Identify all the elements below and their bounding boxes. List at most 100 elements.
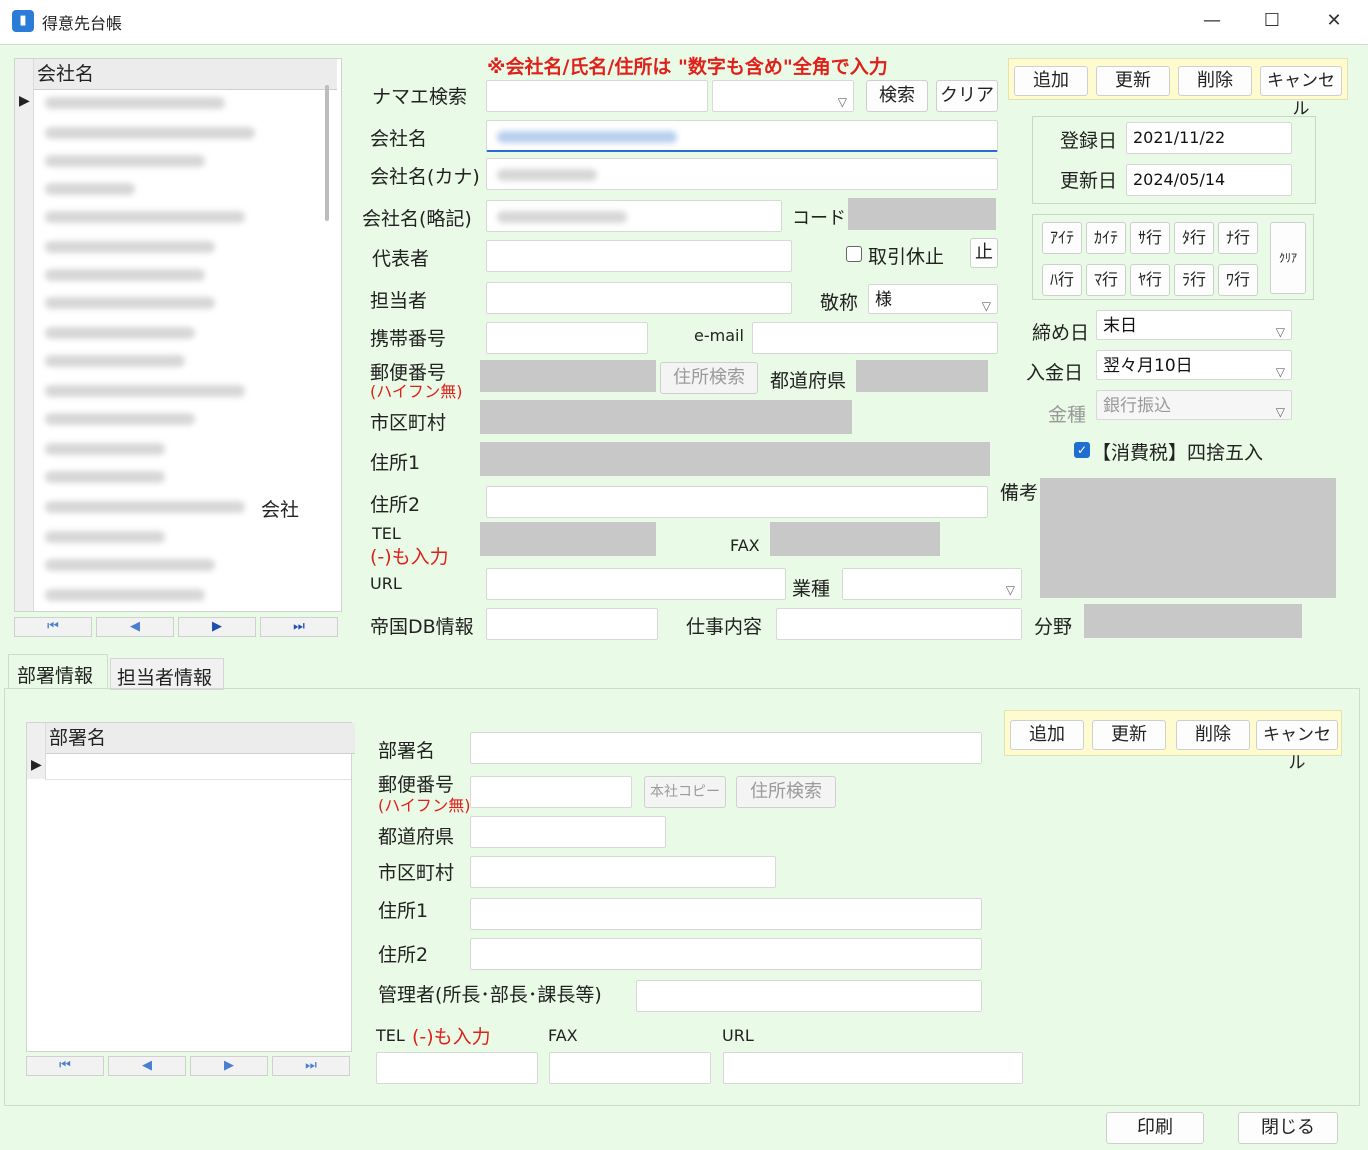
tel-note: (-)も入力 xyxy=(370,546,449,568)
zip-input[interactable] xyxy=(480,360,656,392)
payment-day-dropdown[interactable]: 翌々月10日 ▽ xyxy=(1096,350,1292,380)
dept-nav-next-button[interactable]: ▶ xyxy=(190,1056,268,1076)
nav-prev-button[interactable]: ◀ xyxy=(96,617,174,637)
current-row-arrow-icon: ▶ xyxy=(31,757,42,773)
tab-dept-info[interactable]: 部署情報 xyxy=(8,654,108,689)
city-input[interactable] xyxy=(480,400,852,434)
person-in-charge-label: 担当者 xyxy=(370,290,428,312)
company-grid[interactable]: 会社名 ▶ 会社 xyxy=(14,58,342,612)
kana-button[interactable]: ﾗ行 xyxy=(1174,264,1214,296)
input-notice: ※会社名/氏名/住所は "数字も含め"全角で入力 xyxy=(487,56,888,78)
teikoku-db-label: 帝国DB情報 xyxy=(370,616,474,638)
dept-add-button[interactable]: 追加 xyxy=(1010,720,1084,750)
minimize-button[interactable]: — xyxy=(1190,6,1234,36)
kana-button[interactable]: ｶｲﾃ xyxy=(1086,222,1126,254)
update-button[interactable]: 更新 xyxy=(1096,66,1170,96)
dept-zip-input[interactable] xyxy=(470,776,632,808)
company-kana-input[interactable] xyxy=(486,158,998,190)
nav-next-button[interactable]: ▶ xyxy=(178,617,256,637)
dept-delete-button[interactable]: 削除 xyxy=(1176,720,1250,750)
kana-button[interactable]: ﾀ行 xyxy=(1174,222,1214,254)
honorific-dropdown[interactable]: 様 ▽ xyxy=(868,284,998,314)
chevron-down-icon: ▽ xyxy=(1275,405,1285,419)
clear-search-button[interactable]: クリア xyxy=(936,80,998,112)
dept-nav-prev-button[interactable]: ◀ xyxy=(108,1056,186,1076)
payment-type-dropdown[interactable]: 銀行振込 ▽ xyxy=(1096,390,1292,420)
dept-grid[interactable]: 部署名 ▶ xyxy=(26,722,355,1052)
fax-input[interactable] xyxy=(770,522,940,556)
closing-day-label: 締め日 xyxy=(1032,322,1090,344)
address-search-button[interactable]: 住所検索 xyxy=(660,362,758,394)
remarks-input[interactable] xyxy=(1040,478,1336,598)
representative-input[interactable] xyxy=(486,240,792,272)
dept-grid-header: 部署名 xyxy=(45,723,355,754)
dept-address1-label: 住所1 xyxy=(378,900,429,922)
work-content-input[interactable] xyxy=(776,608,1022,640)
industry-dropdown[interactable]: ▽ xyxy=(842,568,1022,600)
url-label: URL xyxy=(370,574,402,593)
nav-last-button[interactable]: ⏭ xyxy=(260,617,338,637)
dept-fax-input[interactable] xyxy=(549,1052,711,1084)
name-search-input[interactable] xyxy=(486,80,708,112)
kana-clear-button[interactable]: ｸﾘｱ xyxy=(1270,222,1306,294)
closing-day-dropdown[interactable]: 末日 ▽ xyxy=(1096,310,1292,340)
mobile-label: 携帯番号 xyxy=(370,328,447,350)
cancel-button[interactable]: キャンセル xyxy=(1260,66,1342,119)
dept-city-input[interactable] xyxy=(470,856,776,888)
company-name-input[interactable] xyxy=(486,120,998,152)
grid-scrollbar[interactable] xyxy=(325,85,329,221)
add-button[interactable]: 追加 xyxy=(1014,66,1088,96)
maximize-button[interactable]: ☐ xyxy=(1250,6,1294,36)
suspend-checkbox[interactable] xyxy=(846,246,862,262)
dept-city-label: 市区町村 xyxy=(378,862,455,884)
kana-button[interactable]: ｱｲﾃ xyxy=(1042,222,1082,254)
address1-input[interactable] xyxy=(480,442,990,476)
close-window-button[interactable]: ✕ xyxy=(1312,6,1356,36)
dept-nav-first-button[interactable]: ⏮ xyxy=(26,1056,104,1076)
fax-label: FAX xyxy=(730,536,760,555)
nav-first-button[interactable]: ⏮ xyxy=(14,617,92,637)
dept-name-label: 部署名 xyxy=(378,740,436,762)
address2-input[interactable] xyxy=(486,486,988,518)
company-grid-header: 会社名 xyxy=(33,59,337,90)
dept-url-label: URL xyxy=(722,1026,754,1045)
email-input[interactable] xyxy=(752,322,998,354)
kana-button[interactable]: ﾏ行 xyxy=(1086,264,1126,296)
prefecture-input[interactable] xyxy=(856,360,988,392)
company-short-input[interactable] xyxy=(486,200,782,232)
teikoku-db-input[interactable] xyxy=(486,608,658,640)
url-input[interactable] xyxy=(486,568,786,600)
dept-address2-input[interactable] xyxy=(470,938,982,970)
print-button[interactable]: 印刷 xyxy=(1106,1112,1204,1144)
mobile-input[interactable] xyxy=(486,322,648,354)
dept-name-input[interactable] xyxy=(470,732,982,764)
delete-button[interactable]: 削除 xyxy=(1178,66,1252,96)
city-label: 市区町村 xyxy=(370,412,447,434)
dept-update-button[interactable]: 更新 xyxy=(1092,720,1166,750)
dept-cancel-button[interactable]: キャンセル xyxy=(1256,720,1338,773)
dept-tel-input[interactable] xyxy=(376,1052,538,1084)
close-button[interactable]: 閉じる xyxy=(1238,1112,1338,1144)
kana-button[interactable]: ﾔ行 xyxy=(1130,264,1170,296)
company-name-label: 会社名 xyxy=(370,128,428,150)
dept-address-search-button[interactable]: 住所検索 xyxy=(736,776,836,808)
dept-prefecture-input[interactable] xyxy=(470,816,666,848)
field-input[interactable] xyxy=(1084,604,1302,638)
search-button[interactable]: 検索 xyxy=(866,80,928,112)
dept-nav-last-button[interactable]: ⏭ xyxy=(272,1056,350,1076)
dept-manager-input[interactable] xyxy=(636,980,982,1012)
kana-button[interactable]: ﾊ行 xyxy=(1042,264,1082,296)
tel-input[interactable] xyxy=(480,522,656,556)
head-office-copy-button[interactable]: 本社コピー xyxy=(644,776,726,808)
tax-rounding-checkbox[interactable]: ✓ xyxy=(1074,442,1090,458)
dept-url-input[interactable] xyxy=(723,1052,1023,1084)
updated-date-field: 2024/05/14 xyxy=(1126,164,1292,196)
stop-button[interactable]: 止 xyxy=(970,238,998,268)
dept-address1-input[interactable] xyxy=(470,898,982,930)
tab-contact-info[interactable]: 担当者情報 xyxy=(110,658,224,690)
kana-button[interactable]: ﾅ行 xyxy=(1218,222,1258,254)
person-in-charge-input[interactable] xyxy=(486,282,792,314)
search-mode-dropdown[interactable]: ▽ xyxy=(712,80,854,112)
kana-button[interactable]: ﾜ行 xyxy=(1218,264,1258,296)
kana-button[interactable]: ｻ行 xyxy=(1130,222,1170,254)
